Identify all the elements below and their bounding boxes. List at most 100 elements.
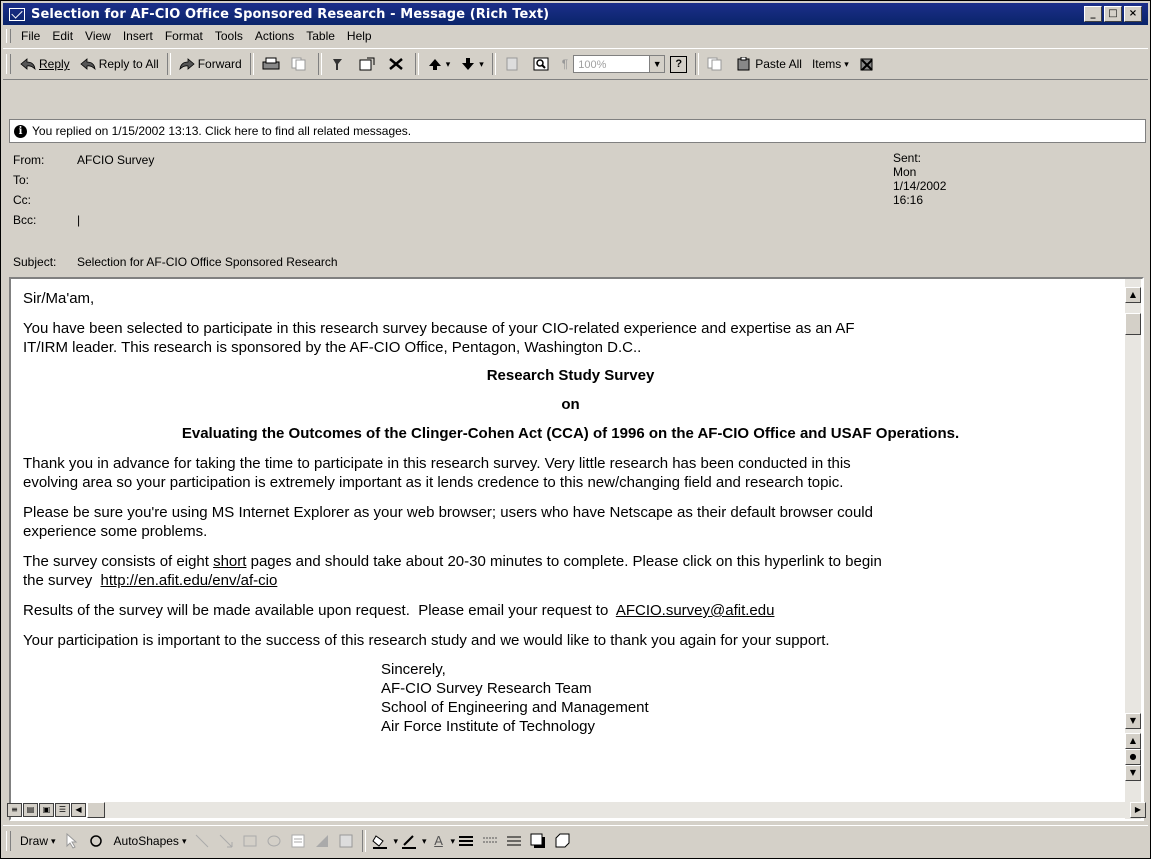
horizontal-scroll-thumb[interactable]	[87, 801, 105, 818]
clip-art-icon[interactable]	[338, 833, 356, 849]
from-label: From:	[13, 153, 45, 167]
scroll-thumb[interactable]	[1125, 313, 1141, 335]
bcc-field[interactable]: |	[77, 213, 80, 227]
from-row: From: AFCIO Survey Sent: Mon 1/14/2002 1…	[13, 151, 946, 207]
from-value[interactable]: AFCIO Survey	[77, 153, 154, 167]
select-objects-icon[interactable]	[64, 832, 82, 849]
flag-button[interactable]	[325, 53, 354, 75]
next-page-button[interactable]: ▼	[1125, 765, 1141, 781]
greeting: Sir/Ma'am,	[23, 290, 95, 307]
arrow-icon[interactable]	[218, 833, 236, 849]
autoshapes-menu-button[interactable]: AutoShapes ▾	[109, 830, 192, 852]
paste-all-label: Paste All	[755, 57, 802, 71]
signature-school: School of Engineering and Management	[381, 699, 649, 716]
toolbar-grip[interactable]	[6, 54, 11, 74]
arrow-style-icon[interactable]	[506, 833, 524, 849]
vertical-scrollbar[interactable]: ▲ ▼ ▲ ● ▼	[1125, 279, 1141, 819]
previous-page-button[interactable]: ▲	[1125, 733, 1141, 749]
line-color-icon[interactable]	[401, 833, 419, 849]
minimize-button[interactable]: _	[1084, 6, 1102, 22]
body-paragraph-6: Your participation is important to the s…	[23, 632, 830, 649]
reply-all-button[interactable]: Reply to All	[75, 53, 164, 75]
show-hide-button[interactable]: ¶	[557, 53, 573, 75]
print-button[interactable]	[257, 53, 286, 75]
menu-edit[interactable]: Edit	[46, 29, 79, 43]
draw-label: Draw	[20, 834, 49, 848]
sent-field: Sent: Mon 1/14/2002 16:16	[893, 151, 946, 207]
chevron-down-icon[interactable]: ▼	[649, 56, 665, 72]
items-menu-button[interactable]: Items ▾	[807, 53, 854, 75]
oval-icon[interactable]	[266, 833, 284, 849]
autoshapes-label: AutoShapes	[113, 834, 179, 848]
info-bar[interactable]: i You replied on 1/15/2002 13:13. Click …	[9, 119, 1146, 143]
draw-menu-button[interactable]: Draw ▾	[15, 830, 61, 852]
forward-button[interactable]: Forward	[174, 53, 247, 75]
body-paragraph-3a: Please be sure you're using MS Internet …	[23, 504, 873, 521]
delete-button[interactable]	[383, 53, 412, 75]
title-bar[interactable]: Selection for AF-CIO Office Sponsored Re…	[3, 3, 1148, 25]
drawing-toolbar-grip[interactable]	[6, 831, 11, 851]
move-to-folder-button[interactable]	[354, 53, 383, 75]
menu-format[interactable]: Format	[159, 29, 209, 43]
menu-table[interactable]: Table	[300, 29, 341, 43]
free-rotate-icon[interactable]	[88, 833, 106, 849]
address-book-button[interactable]	[499, 53, 528, 75]
email-link[interactable]: AFCIO.survey@afit.edu	[616, 602, 775, 619]
reply-button[interactable]: Reply	[15, 53, 75, 75]
scroll-left-button[interactable]: ◀	[71, 802, 86, 817]
maximize-button[interactable]: □	[1104, 6, 1122, 22]
down-arrow-icon	[460, 57, 476, 71]
3d-icon[interactable]	[554, 833, 572, 849]
menu-file[interactable]: File	[15, 29, 46, 43]
close-button[interactable]: ×	[1124, 6, 1142, 22]
menu-tools[interactable]: Tools	[209, 29, 249, 43]
menu-view[interactable]: View	[79, 29, 117, 43]
font-color-icon[interactable]: A	[430, 833, 448, 849]
rectangle-icon[interactable]	[242, 833, 260, 849]
line-icon[interactable]	[194, 833, 212, 849]
copy-button[interactable]	[286, 53, 315, 75]
help-button[interactable]: ?	[665, 53, 692, 75]
standard-toolbar: Reply Reply to All Forward ▾ ▾ ¶ 100% ▼ …	[3, 48, 1148, 80]
window-controls: _ □ ×	[1084, 6, 1142, 22]
select-browse-object-button[interactable]: ●	[1125, 749, 1141, 765]
chevron-down-icon[interactable]: ▾	[393, 836, 398, 847]
print-layout-view-icon[interactable]: ▣	[39, 802, 54, 817]
menu-actions[interactable]: Actions	[249, 29, 300, 43]
wordart-icon[interactable]	[314, 833, 332, 849]
normal-view-icon[interactable]: ≡	[7, 802, 22, 817]
clear-clipboard-button[interactable]	[854, 53, 883, 75]
message-window: Selection for AF-CIO Office Sponsored Re…	[0, 0, 1151, 859]
fill-color-icon[interactable]	[372, 833, 390, 849]
shadow-icon[interactable]	[530, 833, 548, 849]
scroll-up-button[interactable]: ▲	[1125, 287, 1141, 303]
scroll-right-button[interactable]: ▶	[1130, 801, 1146, 818]
paste-all-button[interactable]: Paste All	[731, 53, 807, 75]
body-paragraph-1b: IT/IRM leader. This research is sponsore…	[23, 339, 642, 356]
zoom-select[interactable]: 100% ▼	[573, 55, 666, 73]
clipboard-copy-button[interactable]	[702, 53, 731, 75]
up-arrow-icon	[427, 57, 443, 71]
message-body-frame[interactable]: Sir/Ma'am, You have been selected to par…	[9, 277, 1144, 821]
chevron-down-icon: ▾	[844, 58, 849, 69]
horizontal-scrollbar[interactable]: ▶	[87, 801, 1146, 818]
zoom-value: 100%	[578, 59, 607, 71]
address-book-icon	[504, 57, 520, 71]
previous-item-button[interactable]: ▾	[422, 53, 456, 75]
dash-style-icon[interactable]	[482, 833, 500, 849]
sent-label: Sent:	[893, 151, 922, 165]
menu-help[interactable]: Help	[341, 29, 378, 43]
outline-view-icon[interactable]: ☰	[55, 802, 70, 817]
chevron-down-icon[interactable]: ▾	[451, 836, 456, 847]
line-style-icon[interactable]	[458, 833, 476, 849]
survey-link[interactable]: http://en.afit.edu/env/af-cio	[101, 572, 278, 589]
body-paragraph-2b: evolving area so your participation is e…	[23, 474, 844, 491]
next-item-button[interactable]: ▾	[455, 53, 489, 75]
find-button[interactable]	[528, 53, 557, 75]
text-box-icon[interactable]	[290, 833, 308, 849]
menu-grip[interactable]	[6, 29, 11, 43]
chevron-down-icon[interactable]: ▾	[422, 836, 427, 847]
web-layout-view-icon[interactable]: ▤	[23, 802, 38, 817]
menu-insert[interactable]: Insert	[117, 29, 159, 43]
scroll-down-button[interactable]: ▼	[1125, 713, 1141, 729]
